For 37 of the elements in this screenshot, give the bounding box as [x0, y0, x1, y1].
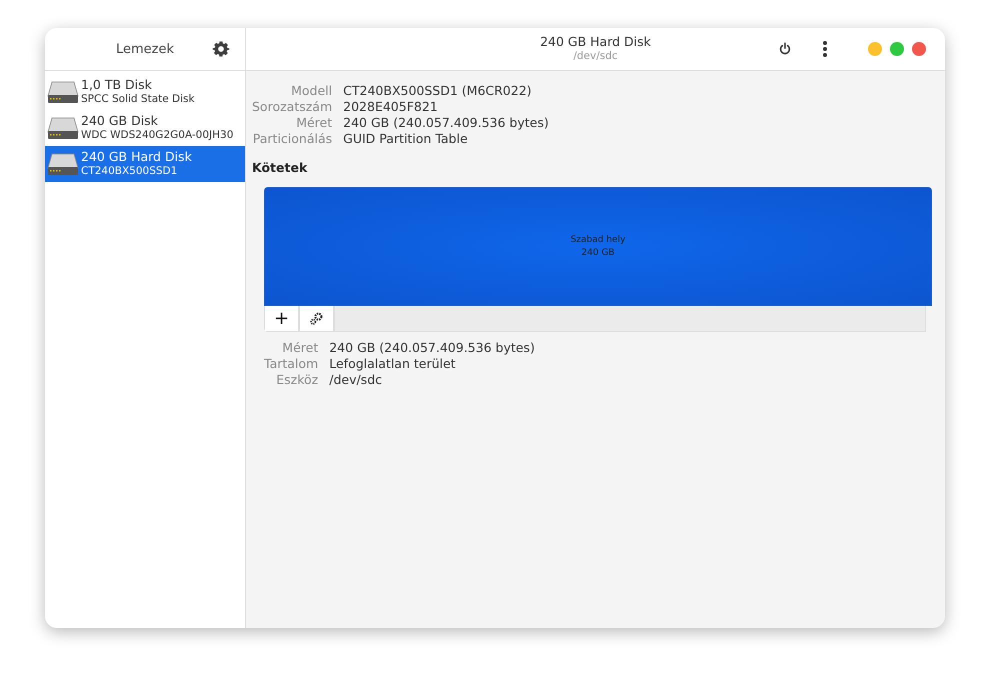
section-heading: Kötetek — [252, 160, 308, 175]
property-label: Sorozatszám — [252, 99, 332, 115]
add-partition-button[interactable]: + — [264, 306, 299, 332]
hard-disk-icon — [47, 151, 79, 177]
property-value: 240 GB (240.057.409.536 bytes) — [343, 115, 549, 131]
property-value: GUID Partition Table — [343, 131, 469, 147]
property-label: Tartalom — [264, 356, 318, 372]
disk-name: 240 GB Hard Disk — [81, 150, 192, 164]
segment-size: 240 GB — [581, 246, 615, 260]
property-value: Lefoglalatlan terület — [329, 356, 457, 372]
sidebar-title: Lemezek — [116, 42, 174, 56]
power-icon[interactable] — [778, 42, 792, 56]
disk-model: WDC WDS240G2G0A-00JH30 — [81, 128, 234, 142]
disk-model: SPCC Solid State Disk — [81, 92, 195, 106]
disk-list-item[interactable]: 240 GB Disk WDC WDS240G2G0A-00JH30 — [45, 110, 245, 146]
window-title: 240 GB Hard Disk — [540, 35, 651, 49]
settings-icon[interactable] — [212, 40, 230, 58]
disk-name: 1,0 TB Disk — [81, 78, 153, 92]
property-label: Modell — [290, 83, 332, 99]
property-label: Particionálás — [252, 131, 332, 147]
disk-name: 240 GB Disk — [81, 114, 159, 128]
property-label: Méret — [295, 115, 332, 131]
partition-options-button[interactable] — [299, 306, 334, 332]
property-label: Méret — [281, 340, 318, 356]
segment-label: Szabad hely — [570, 234, 626, 246]
disk-model: CT240BX500SSD1 — [81, 164, 178, 178]
gears-icon — [309, 311, 324, 326]
property-value: 2028E405F821 — [343, 99, 439, 115]
property-label: Eszköz — [275, 372, 318, 388]
property-value: /dev/sdc — [329, 372, 383, 388]
disk-list-item[interactable]: 240 GB Hard Disk CT240BX500SSD1 — [45, 146, 245, 182]
menu-icon[interactable] — [822, 40, 828, 58]
property-value: CT240BX500SSD1 (M6CR022) — [343, 83, 533, 99]
close-button[interactable] — [912, 42, 926, 56]
disk-list-item[interactable]: 1,0 TB Disk SPCC Solid State Disk — [45, 74, 245, 110]
property-value: 240 GB (240.057.409.536 bytes) — [329, 340, 535, 356]
window-subtitle: /dev/sdc — [573, 49, 618, 63]
